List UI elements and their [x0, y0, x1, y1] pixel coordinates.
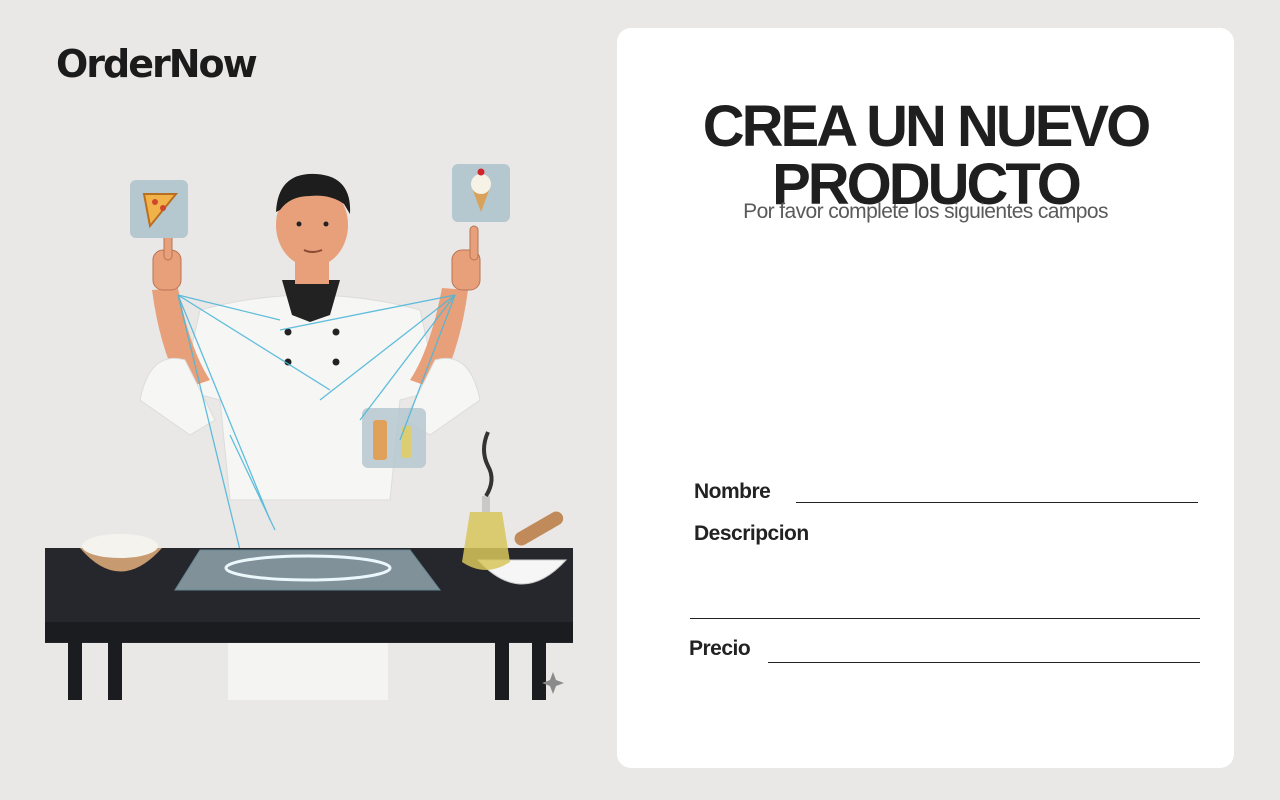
- page-subtitle: Por favor complete los siguientes campos: [743, 200, 1108, 223]
- nombre-input[interactable]: [796, 480, 1198, 503]
- descripcion-input[interactable]: [690, 594, 1200, 619]
- descripcion-label: Descripcion: [694, 522, 809, 545]
- nombre-label: Nombre: [694, 480, 771, 503]
- new-product-form: CREA UN NUEVO PRODUCTO Por favor complet…: [617, 28, 1234, 768]
- left-hand: [152, 229, 182, 291]
- precio-label: Precio: [689, 637, 751, 660]
- title-line-1: CREA UN NUEVO: [702, 94, 1151, 159]
- pizza-icon: [130, 180, 188, 238]
- page-title: CREA UN NUEVO PRODUCTO: [617, 98, 1234, 214]
- precio-input[interactable]: [768, 640, 1200, 663]
- chef-illustration: [45, 164, 573, 700]
- right-hand: [451, 225, 481, 291]
- ice-cream-icon: [452, 164, 510, 222]
- brand-logo: OrderNow: [56, 42, 258, 86]
- condiments-icon: [362, 408, 426, 468]
